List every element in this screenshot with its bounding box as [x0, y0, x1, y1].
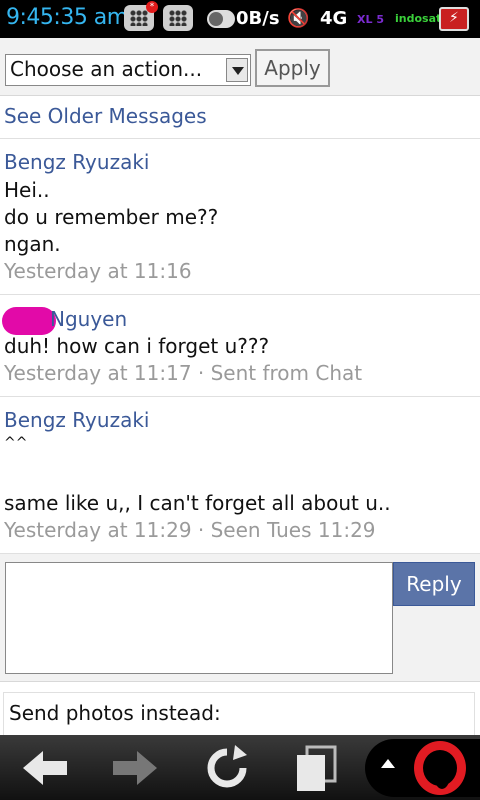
see-older-link[interactable]: See Older Messages: [4, 104, 207, 128]
message-line: ngan.: [4, 232, 61, 256]
tabs-icon[interactable]: [287, 743, 347, 793]
data-toggle-icon: [207, 10, 235, 28]
status-bar: 9:45:35 am * 0B/s 🔇 4G XL 5 indosat 1: [0, 0, 480, 38]
see-older-messages[interactable]: See Older Messages: [0, 97, 480, 139]
send-photos-section: Send photos instead:: [3, 692, 475, 735]
action-select-value: Choose an action...: [10, 57, 203, 81]
message-line: duh! how can i forget u???: [4, 334, 270, 358]
message-line: Hei..: [4, 178, 50, 202]
message-item: Bengz Ryuzaki ^^ same like u,, I can't f…: [0, 397, 480, 554]
send-photos-label: Send photos instead:: [9, 701, 221, 725]
forward-arrow-icon[interactable]: [105, 743, 165, 793]
message-line: ^^: [4, 435, 28, 451]
mute-icon: 🔇: [287, 8, 310, 29]
data-speed: 0B/s: [236, 8, 280, 29]
bbm-icon: [163, 5, 193, 31]
action-bar: Choose an action... Apply: [0, 38, 480, 96]
reply-area: Reply: [0, 554, 480, 682]
menu-up-icon[interactable]: [381, 759, 395, 768]
message-line: same like u,, I can't forget all about u…: [4, 491, 391, 515]
network-type: 4G: [320, 8, 348, 29]
status-time: 9:45:35 am: [6, 5, 128, 30]
opera-logo-icon[interactable]: [414, 741, 466, 795]
message-line: do u remember me??: [4, 205, 219, 229]
reply-textarea[interactable]: [5, 562, 393, 674]
action-select[interactable]: Choose an action...: [5, 54, 251, 86]
operator-xl: XL 5: [357, 13, 384, 26]
reload-icon[interactable]: [197, 743, 257, 793]
message-author[interactable]: Bengz Ryuzaki: [4, 150, 149, 174]
bbm-icon: *: [124, 1, 158, 31]
message-timestamp: Yesterday at 11:17 · Sent from Chat: [4, 361, 363, 385]
bbm-badge: *: [146, 1, 158, 13]
message-author[interactable]: Nguyen: [50, 307, 127, 331]
message-timestamp: Yesterday at 11:29 · Seen Tues 11:29: [4, 518, 376, 542]
message-timestamp: Yesterday at 11:16: [4, 259, 192, 283]
chevron-down-icon[interactable]: [226, 58, 248, 82]
redacted-name-mark: [2, 307, 56, 335]
message-author[interactable]: Bengz Ryuzaki: [4, 408, 149, 432]
message-item: Bengz Ryuzaki Hei.. do u remember me?? n…: [0, 139, 480, 295]
reply-button[interactable]: Reply: [393, 562, 475, 606]
message-item: Nguyen duh! how can i forget u??? Yester…: [0, 295, 480, 397]
opera-menu-button[interactable]: [365, 739, 480, 797]
apply-button[interactable]: Apply: [255, 49, 330, 87]
battery-charging-icon: [439, 7, 469, 31]
page-content: Choose an action... Apply See Older Mess…: [0, 38, 480, 735]
back-arrow-icon[interactable]: [15, 743, 75, 793]
browser-navbar: [0, 735, 480, 800]
